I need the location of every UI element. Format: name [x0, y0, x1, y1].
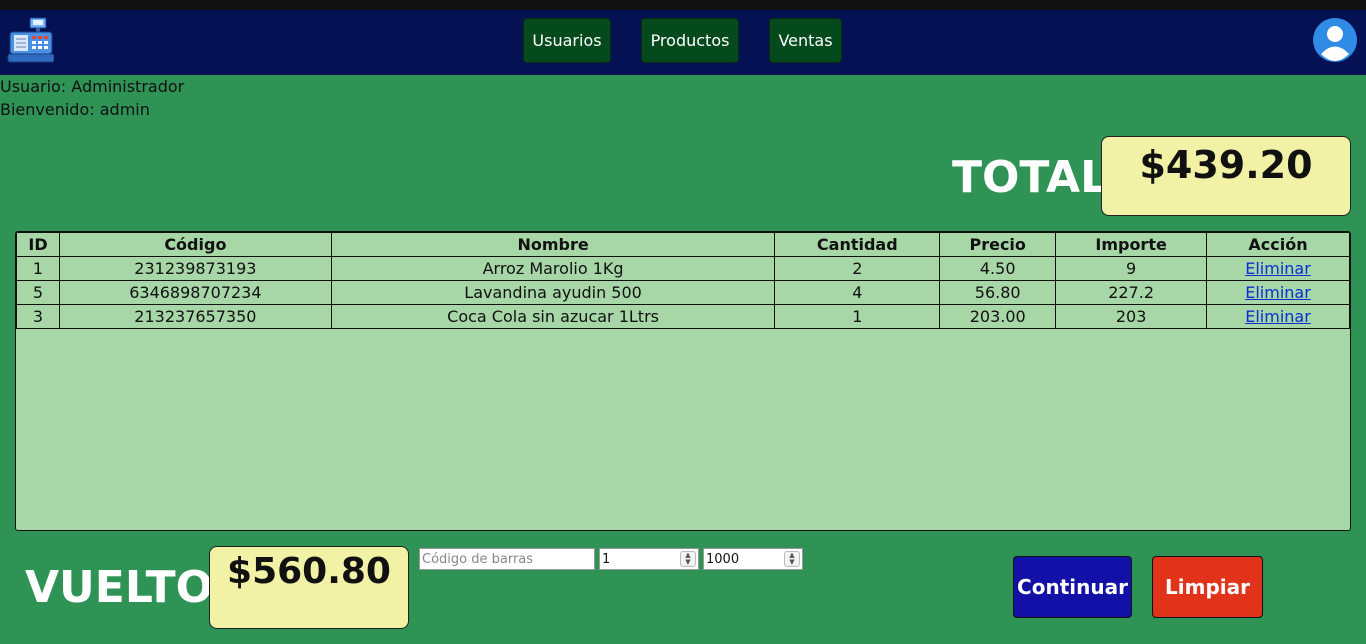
- quantity-stepper[interactable]: 1 ▲ ▼: [599, 548, 699, 570]
- cell-accion: Eliminar: [1206, 256, 1350, 281]
- cell-nombre: Coca Cola sin azucar 1Ltrs: [330, 304, 776, 329]
- column-header-accion: Acción: [1206, 232, 1350, 257]
- barcode-input[interactable]: Código de barras: [419, 548, 595, 570]
- payment-value: 1000: [706, 551, 740, 567]
- cell-codigo: 6346898707234: [58, 280, 332, 305]
- user-avatar-icon[interactable]: [1312, 17, 1358, 63]
- payment-stepper[interactable]: 1000 ▲ ▼: [703, 548, 803, 570]
- stepper-arrows-icon[interactable]: ▲ ▼: [680, 551, 696, 567]
- cell-precio: 56.80: [939, 280, 1057, 305]
- cell-id: 3: [16, 304, 60, 329]
- nav-usuarios-button[interactable]: Usuarios: [523, 18, 611, 63]
- quantity-value: 1: [602, 551, 611, 567]
- sales-table: ID Código Nombre Cantidad Precio Importe…: [15, 231, 1351, 531]
- cell-importe: 227.2: [1055, 280, 1208, 305]
- eliminar-link[interactable]: Eliminar: [1245, 259, 1311, 278]
- column-header-cantidad: Cantidad: [774, 232, 941, 257]
- eliminar-link[interactable]: Eliminar: [1245, 307, 1311, 326]
- cell-nombre: Lavandina ayudin 500: [330, 280, 776, 305]
- table-row: 3 213237657350 Coca Cola sin azucar 1Ltr…: [16, 304, 1350, 329]
- continuar-button[interactable]: Continuar: [1013, 556, 1132, 618]
- cell-importe: 203: [1055, 304, 1208, 329]
- cell-precio: 203.00: [939, 304, 1057, 329]
- total-amount: $439.20: [1101, 136, 1351, 216]
- cell-cantidad: 2: [774, 256, 941, 281]
- limpiar-button[interactable]: Limpiar: [1152, 556, 1263, 618]
- vuelto-label: VUELTO: [25, 562, 214, 613]
- table-row: 1 231239873193 Arroz Marolio 1Kg 2 4.50 …: [16, 256, 1350, 281]
- cell-accion: Eliminar: [1206, 304, 1350, 329]
- table-header-row: ID Código Nombre Cantidad Precio Importe…: [16, 232, 1350, 257]
- header-bar: Usuarios Productos Ventas: [0, 10, 1366, 75]
- column-header-codigo: Código: [58, 232, 332, 257]
- vuelto-amount: $560.80: [209, 546, 409, 629]
- column-header-id: ID: [16, 232, 60, 257]
- cell-importe: 9: [1055, 256, 1208, 281]
- eliminar-link[interactable]: Eliminar: [1245, 283, 1311, 302]
- cell-accion: Eliminar: [1206, 280, 1350, 305]
- cash-register-icon: [6, 16, 55, 64]
- column-header-nombre: Nombre: [330, 232, 776, 257]
- cell-id: 5: [16, 280, 60, 305]
- column-header-importe: Importe: [1055, 232, 1208, 257]
- table-row: 5 6346898707234 Lavandina ayudin 500 4 5…: [16, 280, 1350, 305]
- cell-codigo: 231239873193: [58, 256, 332, 281]
- stepper-arrows-icon[interactable]: ▲ ▼: [784, 551, 800, 567]
- cell-id: 1: [16, 256, 60, 281]
- welcome-text: Bienvenido: admin: [0, 100, 150, 119]
- cell-cantidad: 1: [774, 304, 941, 329]
- cell-codigo: 213237657350: [58, 304, 332, 329]
- cell-cantidad: 4: [774, 280, 941, 305]
- nav-productos-button[interactable]: Productos: [641, 18, 739, 63]
- total-label: TOTAL: [952, 152, 1109, 203]
- column-header-precio: Precio: [939, 232, 1057, 257]
- top-strip: [0, 0, 1366, 10]
- nav-ventas-button[interactable]: Ventas: [769, 18, 842, 63]
- cell-precio: 4.50: [939, 256, 1057, 281]
- user-role-text: Usuario: Administrador: [0, 77, 185, 96]
- cell-nombre: Arroz Marolio 1Kg: [330, 256, 776, 281]
